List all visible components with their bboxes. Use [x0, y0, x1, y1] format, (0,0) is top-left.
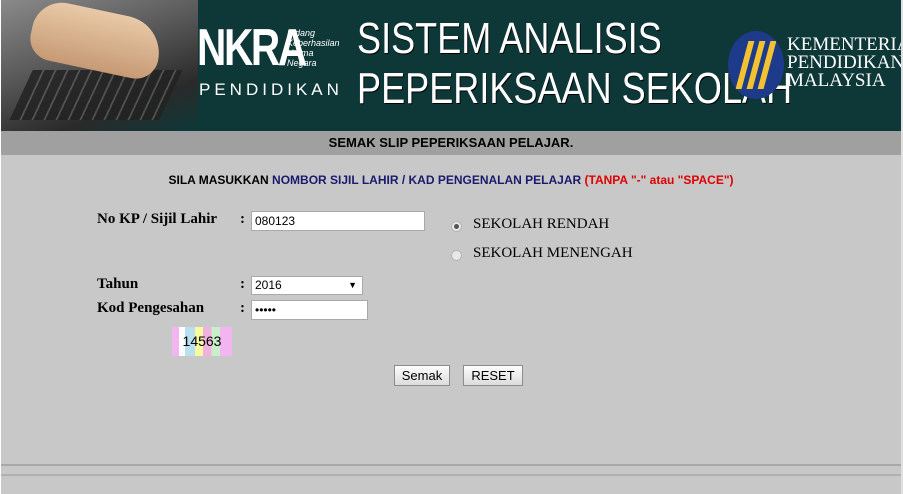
nkra-sub-line: Keberhasilan	[287, 38, 340, 48]
colon: :	[240, 276, 245, 292]
reset-button[interactable]: RESET	[463, 365, 523, 386]
year-select-value: 2016	[255, 278, 282, 292]
radio-label-sekolah-rendah: SEKOLAH RENDAH	[473, 216, 610, 232]
year-label: Tahun	[97, 276, 139, 292]
semak-button[interactable]: Semak	[394, 365, 450, 386]
pendidikan-label: PENDIDIKAN	[199, 80, 343, 99]
ic-label: No KP / Sijil Lahir	[97, 211, 218, 227]
keyboard-photo	[1, 0, 198, 131]
instruction-text: SILA MASUKKAN NOMBOR SIJIL LAHIR / KAD P…	[1, 173, 901, 187]
footer-divider	[1, 464, 901, 466]
ministry-name: KEMENTERIAN PENDIDIKAN MALAYSIA	[787, 35, 901, 91]
footer-divider	[1, 474, 901, 476]
system-title-line1: SISTEM ANALISIS	[357, 14, 662, 63]
ministry-line: MALAYSIA	[787, 70, 886, 91]
system-title: SISTEM ANALISIS PEPERIKSAAN SEKOLAH	[357, 14, 792, 114]
nkra-sub-line: Negara	[287, 58, 317, 68]
captcha-image: 14563	[172, 327, 232, 356]
dropdown-arrow-icon: ▼	[348, 280, 357, 290]
page-frame: NKRA Bidang Keberhasilan Utama Negara PE…	[1, 0, 901, 494]
year-select[interactable]: 2016 ▼	[251, 276, 363, 295]
header-banner: NKRA Bidang Keberhasilan Utama Negara PE…	[1, 0, 901, 131]
colon: :	[240, 300, 245, 316]
nkra-sub-line: Bidang	[287, 28, 316, 38]
ministry-emblem-icon	[728, 31, 784, 99]
system-title-line2: PEPERIKSAAN SEKOLAH	[357, 64, 793, 113]
instruction-part3: (TANPA "-" atau "SPACE")	[581, 173, 734, 187]
page-title: SEMAK SLIP PEPERIKSAAN PELAJAR.	[1, 131, 901, 155]
colon: :	[240, 211, 245, 227]
code-label: Kod Pengesahan	[97, 300, 205, 316]
nkra-subtitle: Bidang Keberhasilan Utama Negara	[287, 28, 340, 68]
keyboard-image	[9, 70, 183, 120]
radio-sekolah-menengah[interactable]	[451, 250, 462, 261]
verification-code-input[interactable]: •••••	[251, 300, 368, 320]
instruction-part1: SILA MASUKKAN	[168, 173, 273, 187]
radio-label-sekolah-menengah: SEKOLAH MENENGAH	[473, 245, 633, 261]
nkra-sub-line: Utama	[287, 48, 314, 58]
radio-sekolah-rendah[interactable]	[451, 221, 462, 232]
ic-input[interactable]: 080123	[251, 211, 425, 231]
instruction-part2: NOMBOR SIJIL LAHIR / KAD PENGENALAN PELA…	[272, 173, 582, 187]
